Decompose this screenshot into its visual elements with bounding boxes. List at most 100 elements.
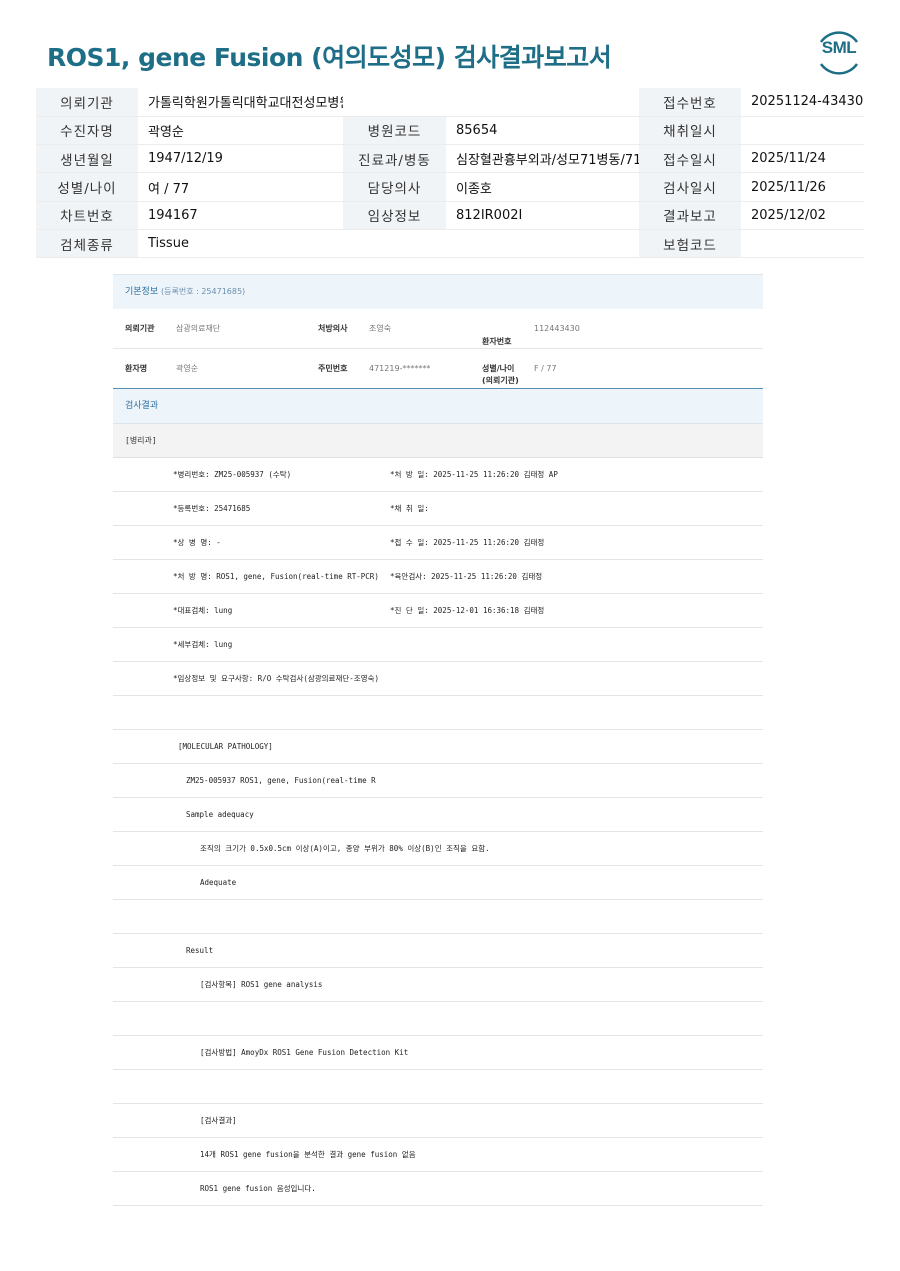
header-info-table: 의뢰기관가톨릭학원가톨릭대학교대전성모병원(병리과) 접수번호20251124-4… xyxy=(36,88,864,259)
header-label: 담당의사 xyxy=(343,172,446,202)
header-label: 검사일시 xyxy=(639,172,741,202)
result-line-left: *처 방 명: ROS1, gene, Fusion(real-time RT-… xyxy=(173,572,379,581)
report-line: ROS1 gene fusion 음성입니다. xyxy=(113,1172,763,1206)
patient-number-label-1: 환자번호 xyxy=(482,337,512,346)
sex-age-label: 성별/나이 xyxy=(482,364,515,373)
header-label xyxy=(343,88,446,117)
header-value: 심장혈관흉부외과/성모71병동/7116 xyxy=(446,144,639,174)
result-lines: *병리번호: ZM25-005937 (수탁) *처 방 일: 2025-11-2… xyxy=(113,458,763,696)
header-value: 194167 xyxy=(138,201,343,230)
report-line: Result xyxy=(113,934,763,968)
report-line-text: Result xyxy=(186,946,214,955)
header-label: 임상정보 xyxy=(343,201,446,230)
result-line: *처 방 명: ROS1, gene, Fusion(real-time RT-… xyxy=(113,560,763,594)
header-label: 접수번호 xyxy=(639,88,741,117)
header-label: 진료과/병동 xyxy=(343,144,446,174)
prescriber-label: 처방의사 xyxy=(318,324,348,333)
logo-text: SML xyxy=(821,38,857,57)
header-value: 가톨릭학원가톨릭대학교대전성모병원(병리과) xyxy=(138,88,343,117)
report-line: [검사항목] ROS1 gene analysis xyxy=(113,968,763,1002)
basic-info-row-2: 환자명 곽영순 주민번호 471219-******* 성별/나이 F / 77 xyxy=(113,349,763,389)
result-line: *대표검체: lung *진 단 일: 2025-12-01 16:36:18 김… xyxy=(113,594,763,628)
result-line: *병리번호: ZM25-005937 (수탁) *처 방 일: 2025-11-2… xyxy=(113,458,763,492)
header-value: 곽영순 xyxy=(138,116,343,146)
report-line-text: [MOLECULAR PATHOLOGY] xyxy=(178,742,273,751)
report-line-text: ZM25-005937 ROS1, gene, Fusion(real-time… xyxy=(186,776,376,785)
report-line: Adequate xyxy=(113,866,763,900)
report-line-text: 조직의 크기가 0.5x0.5cm 이상(A)이고, 종양 부위가 80% 이상… xyxy=(200,844,490,853)
header-label: 차트번호 xyxy=(36,201,138,230)
patient-name-value: 곽영순 xyxy=(176,364,199,373)
patient-name-label: 환자명 xyxy=(125,364,148,373)
header-row: 성별/나이 여 / 77 담당의사 이종호 검사일시 2025/11/26 xyxy=(36,172,864,202)
report-line: [검사방법] AmoyDx ROS1 Gene Fusion Detection… xyxy=(113,1036,763,1070)
header-value: 2025/12/02 xyxy=(741,201,864,230)
result-line-left: *세부검체: lung xyxy=(173,640,233,649)
requesting-org-value: 삼광의료재단 xyxy=(176,324,221,333)
report-line: Sample adequacy xyxy=(113,798,763,832)
report-title: ROS1, gene Fusion (여의도성모) 검사결과보고서 xyxy=(47,43,612,72)
prescriber-value: 조영숙 xyxy=(369,324,392,333)
report-line-text: Adequate xyxy=(200,878,237,887)
result-line-right: *진 단 일: 2025-12-01 16:36:18 김태정 xyxy=(390,606,545,615)
header-value: 85654 xyxy=(446,116,639,146)
report-line: ZM25-005937 ROS1, gene, Fusion(real-time… xyxy=(113,764,763,798)
header-row: 의뢰기관가톨릭학원가톨릭대학교대전성모병원(병리과) 접수번호20251124-4… xyxy=(36,88,864,117)
header-label: 생년월일 xyxy=(36,144,138,174)
registration-number: (등록번호 : 25471685) xyxy=(161,287,246,296)
result-line: *임상정보 및 요구사항: R/O 수탁검사(삼광의료재단-조영숙) xyxy=(113,662,763,696)
report-line: [검사결과] xyxy=(113,1104,763,1138)
result-line-left: *등록번호: 25471685 xyxy=(173,504,251,513)
header-value: 812IR002I xyxy=(446,201,639,230)
header-label: 보험코드 xyxy=(639,229,741,259)
result-line-right: *채 취 일: xyxy=(390,504,429,513)
report-line-text: Sample adequacy xyxy=(186,810,254,819)
basic-info-row-1: 의뢰기관 삼광의료재단 처방의사 조영숙 환자번호 (의뢰기관) 11244343… xyxy=(113,309,763,385)
header-label: 채취일시 xyxy=(639,116,741,146)
header-row: 차트번호 194167 임상정보 812IR002I 결과보고 2025/12/02 xyxy=(36,201,864,230)
pathology-header: [병리과] xyxy=(113,424,763,458)
result-line-right: *처 방 일: 2025-11-25 11:26:20 김태정 AP xyxy=(390,470,558,479)
basic-info-title: 기본정보 xyxy=(125,287,159,297)
report-lines: [MOLECULAR PATHOLOGY] ZM25-005937 ROS1, g… xyxy=(113,696,763,1206)
report-line xyxy=(113,1002,763,1036)
resident-number-value: 471219-******* xyxy=(369,364,431,373)
result-line-right: *육안검사: 2025-11-25 11:26:20 김태정 xyxy=(390,572,543,581)
report-line-text: [검사방법] AmoyDx ROS1 Gene Fusion Detection… xyxy=(200,1048,409,1057)
header-row: 검체종류 Tissue 보험코드 xyxy=(36,229,864,259)
sex-age-value: F / 77 xyxy=(534,364,557,373)
header-row: 생년월일 1947/12/19 진료과/병동 심장혈관흉부외과/성모71병동/7116… xyxy=(36,144,864,174)
report-line-text: [검사결과] xyxy=(200,1116,237,1125)
result-line-left: *병리번호: ZM25-005937 (수탁) xyxy=(173,470,292,479)
header-label xyxy=(343,229,446,259)
header-value: 20251124-43430 xyxy=(741,88,864,117)
header-value: 이종호 xyxy=(446,172,639,202)
result-line-left: *상 병 명: - xyxy=(173,538,221,547)
header-label: 수진자명 xyxy=(36,116,138,146)
header-row: 수진자명 곽영순 병원코드 85654 채취일시 xyxy=(36,116,864,146)
header-value: 2025/11/26 xyxy=(741,172,864,202)
result-line-left: *대표검체: lung xyxy=(173,606,233,615)
result-line: *세부검체: lung xyxy=(113,628,763,662)
result-line-left: *임상정보 및 요구사항: R/O 수탁검사(삼광의료재단-조영숙) xyxy=(173,674,379,683)
header-label: 검체종류 xyxy=(36,229,138,259)
header-label: 성별/나이 xyxy=(36,172,138,202)
result-line: *등록번호: 25471685 *채 취 일: xyxy=(113,492,763,526)
header-value: 여 / 77 xyxy=(138,172,343,202)
header-value: 2025/11/24 xyxy=(741,144,864,174)
report-line xyxy=(113,1070,763,1104)
result-line: *상 병 명: - *접 수 일: 2025-11-25 11:26:20 김태정 xyxy=(113,526,763,560)
header-value xyxy=(446,88,639,117)
basic-info-panel: 기본정보 (등록번호 : 25471685) 의뢰기관 삼광의료재단 처방의사 … xyxy=(113,274,763,1206)
header-value xyxy=(741,116,864,146)
result-header: 검사결과 xyxy=(113,389,763,424)
header-value xyxy=(741,229,864,259)
report-line xyxy=(113,900,763,934)
resident-number-label: 주민번호 xyxy=(318,364,348,373)
report-line-text: [검사항목] ROS1 gene analysis xyxy=(200,980,323,989)
result-line-right: *접 수 일: 2025-11-25 11:26:20 김태정 xyxy=(390,538,545,547)
header-label: 병원코드 xyxy=(343,116,446,146)
header-label: 결과보고 xyxy=(639,201,741,230)
sml-logo: SML xyxy=(813,30,865,76)
report-line: [MOLECULAR PATHOLOGY] xyxy=(113,730,763,764)
